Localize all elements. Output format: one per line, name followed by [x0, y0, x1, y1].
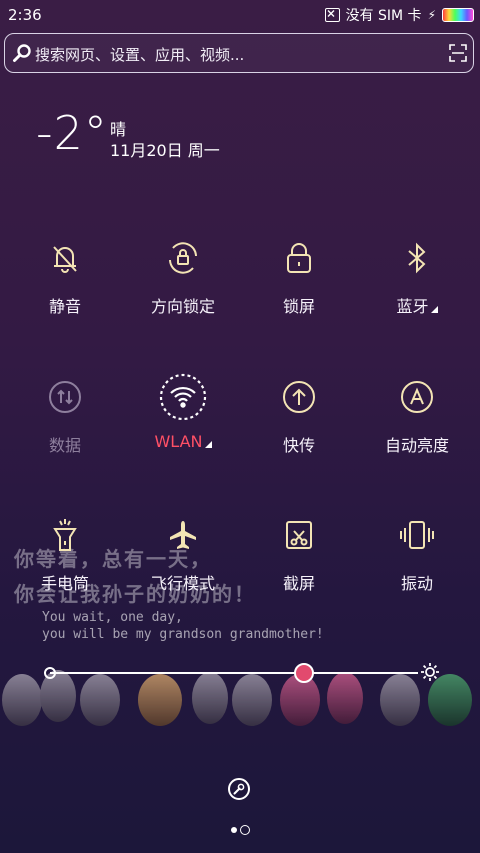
airplane-icon: [123, 512, 243, 558]
lock-icon: [239, 235, 359, 281]
weather-temperature[interactable]: -2°: [36, 106, 108, 160]
toggle-label: 自动亮度: [384, 436, 449, 455]
status-right: 没有 SIM 卡 ⚡: [324, 5, 474, 25]
toggle-vibrate[interactable]: 振动: [357, 512, 477, 594]
toggle-label: 数据: [48, 436, 81, 455]
toggle-wifi[interactable]: WLAN: [123, 373, 243, 451]
brightness-thumb[interactable]: [293, 663, 314, 683]
edit-wrench-button[interactable]: [228, 778, 250, 800]
toggle-label: 锁屏: [282, 297, 315, 316]
brightness-track[interactable]: [50, 672, 418, 674]
toggle-label: 蓝牙: [396, 297, 429, 316]
no-sim-icon: [324, 8, 340, 22]
toggle-screenshot[interactable]: 截屏: [239, 512, 359, 594]
charging-icon: ⚡: [427, 8, 436, 22]
toggle-lock[interactable]: 锁屏: [239, 235, 359, 317]
toggle-label: 手电筒: [40, 574, 89, 593]
scan-icon[interactable]: [449, 44, 467, 66]
brightness-slider[interactable]: [44, 662, 440, 684]
expand-corner-icon: [430, 306, 438, 313]
mobile-data-icon: [5, 374, 125, 420]
search-input[interactable]: 搜索网页、设置、应用、视频...: [35, 44, 244, 65]
status-bar: 2:36 没有 SIM 卡 ⚡: [0, 0, 480, 28]
toggle-label: 飞行模式: [150, 574, 215, 593]
screenshot-icon: [239, 512, 359, 558]
auto-brightness-icon: [357, 374, 477, 420]
search-icon: [12, 43, 32, 67]
wallpaper-text-4: you will be my grandson grandmother!: [42, 627, 324, 642]
toggle-rotation-lock[interactable]: 方向锁定: [123, 235, 243, 317]
bluetooth-icon: [357, 235, 477, 281]
wifi-icon: [123, 373, 243, 421]
toggle-mobile-data[interactable]: 数据: [5, 374, 125, 456]
battery-icon: [442, 8, 474, 22]
flashlight-icon: [5, 512, 125, 558]
transfer-icon: [239, 374, 359, 420]
expand-corner-icon: [204, 441, 212, 448]
toggle-label: 振动: [400, 574, 433, 593]
bell-off-icon: [5, 235, 125, 281]
toggle-bluetooth[interactable]: 蓝牙: [357, 235, 477, 317]
search-bar[interactable]: 搜索网页、设置、应用、视频...: [4, 33, 474, 73]
toggle-label: 方向锁定: [150, 297, 215, 316]
page-dot-active: [231, 827, 237, 833]
page-indicator: [231, 825, 250, 835]
carrier-text: 没有 SIM 卡: [345, 8, 422, 24]
wallpaper-text-3: You wait, one day,: [42, 610, 183, 625]
toggle-label: 快传: [282, 436, 315, 455]
page-dot: [240, 825, 250, 835]
toggle-airplane[interactable]: 飞行模式: [123, 512, 243, 594]
toggle-label: 截屏: [282, 574, 315, 593]
vibrate-icon: [357, 512, 477, 558]
rotation-lock-icon: [123, 235, 243, 281]
weather-date: 11月20日 周一: [110, 141, 220, 160]
toggle-bell-off[interactable]: 静音: [5, 235, 125, 317]
toggle-label: WLAN: [154, 432, 203, 451]
status-time: 2:36: [8, 6, 42, 24]
toggle-label: 静音: [48, 297, 81, 316]
toggle-flashlight[interactable]: 手电筒: [5, 512, 125, 594]
sun-icon: [420, 662, 440, 686]
toggle-auto-brightness[interactable]: 自动亮度: [357, 374, 477, 456]
toggle-transfer[interactable]: 快传: [239, 374, 359, 456]
